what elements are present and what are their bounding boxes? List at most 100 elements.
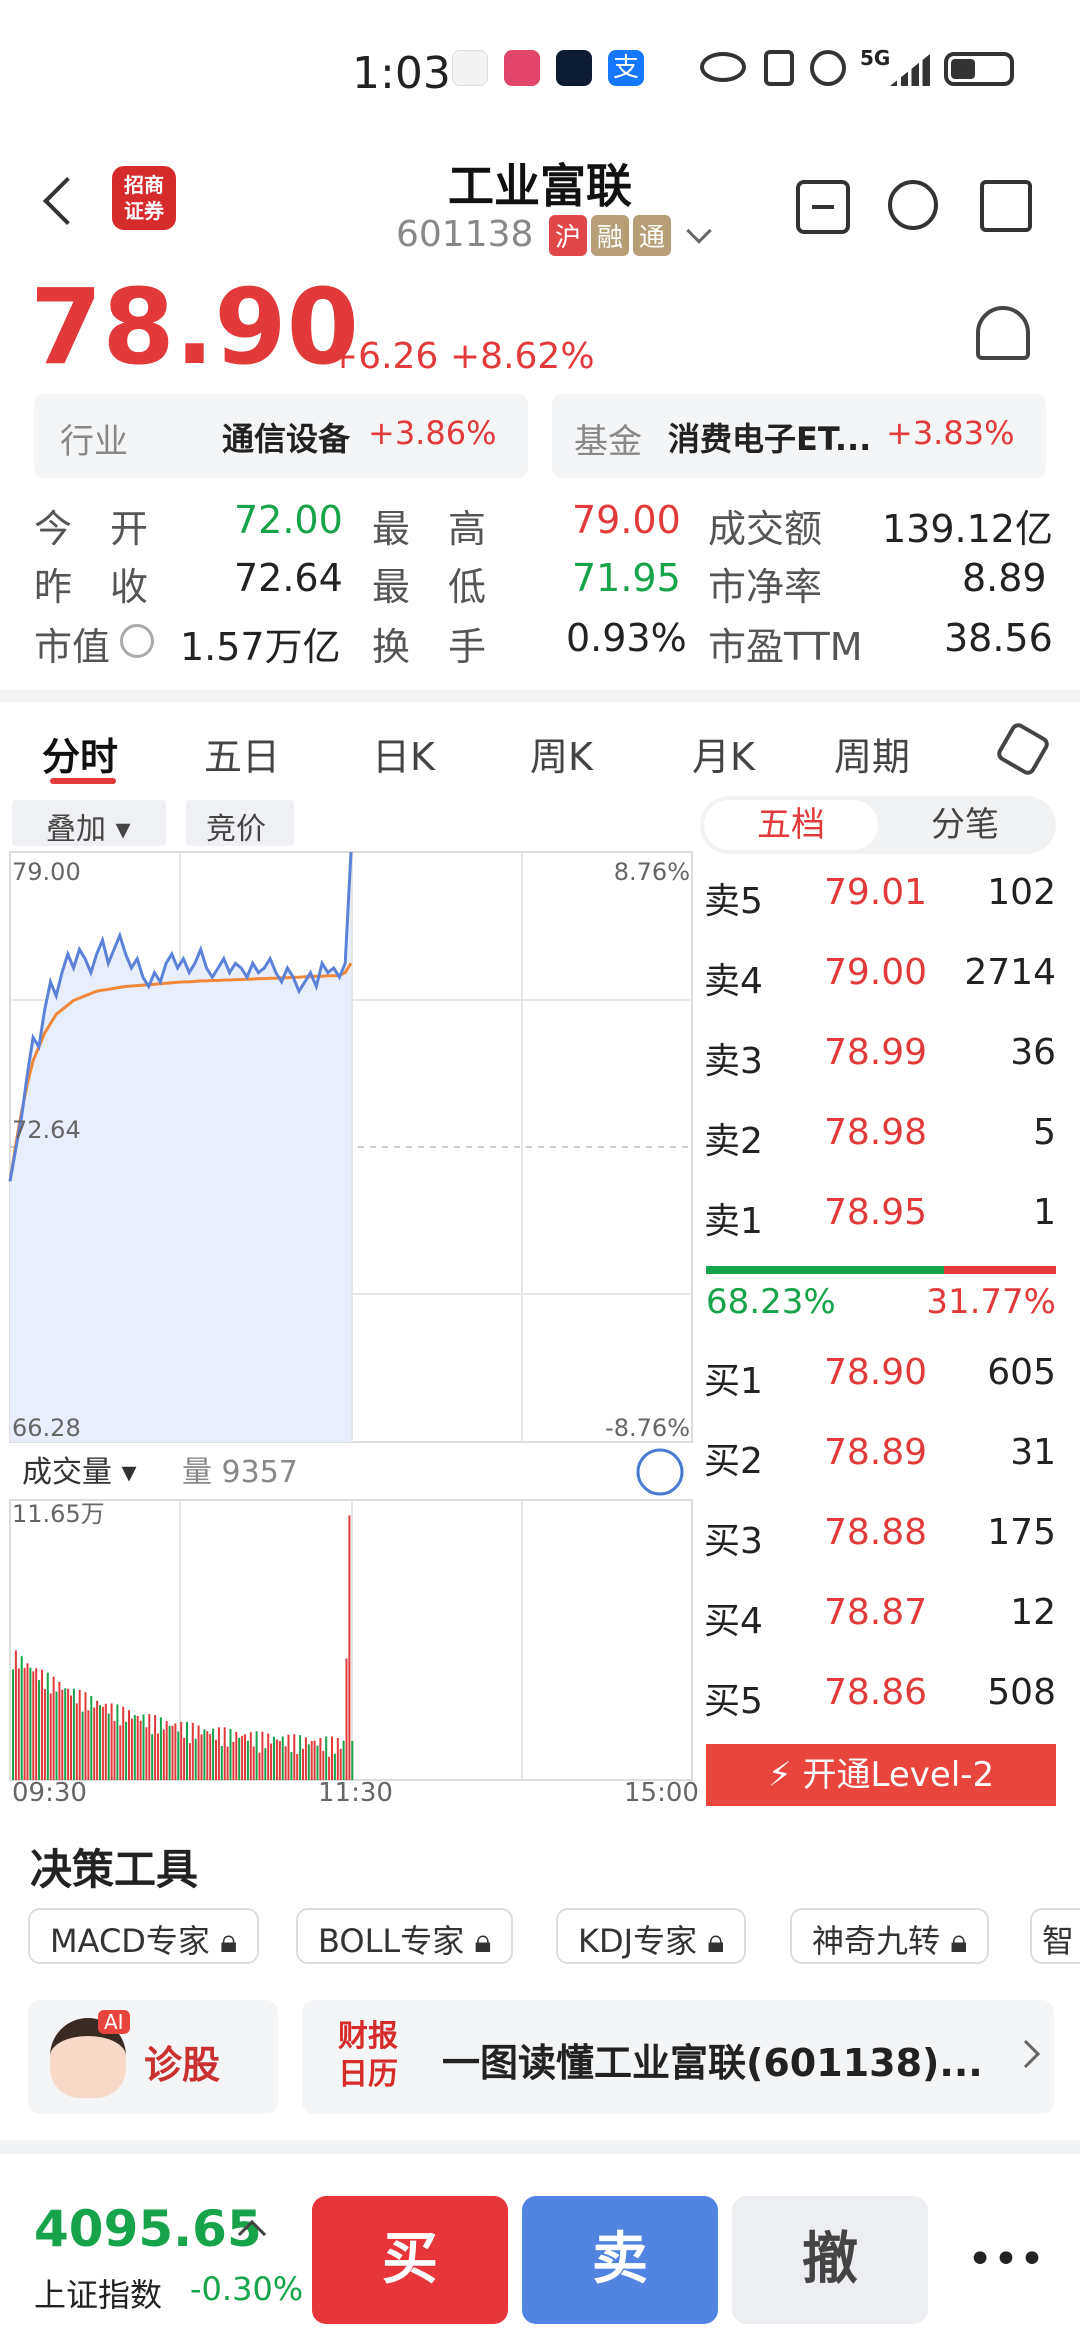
volume-bar xyxy=(104,1703,107,1780)
search-icon[interactable] xyxy=(888,180,938,230)
industry-label: 行业 xyxy=(60,422,128,462)
report-card[interactable]: 财报日历 一图读懂工业富联(601138)... xyxy=(302,2000,1054,2114)
buy-button[interactable]: 买 xyxy=(312,2196,508,2324)
tool-boll[interactable]: BOLL专家 🔒︎ xyxy=(296,1908,514,1964)
volume-bar xyxy=(125,1721,128,1780)
bid1-qty: 605 xyxy=(987,1352,1056,1393)
share-icon[interactable] xyxy=(980,180,1032,232)
volume-bar xyxy=(215,1739,217,1780)
network-type: 5G xyxy=(860,46,891,70)
tab-tick[interactable]: 分笔 xyxy=(878,800,1052,850)
volume-bar xyxy=(200,1734,203,1780)
mcap-label: 市值 xyxy=(34,625,111,669)
ask1-price: 78.95 xyxy=(824,1192,928,1233)
alipay-icon: 支 xyxy=(608,50,644,86)
index-pct: -0.30% xyxy=(190,2270,304,2308)
volume-bar xyxy=(133,1715,136,1780)
ask5-price: 79.01 xyxy=(824,872,928,913)
volume-dropdown[interactable]: 成交量 ▾ xyxy=(22,1455,137,1490)
volume-bar xyxy=(278,1741,281,1780)
tool-td9-label: 神奇九转 xyxy=(812,1922,941,1960)
volume-bar xyxy=(113,1720,116,1780)
volume-bar xyxy=(32,1671,35,1780)
auction-toggle[interactable]: 竞价 xyxy=(186,800,294,847)
tool-macd[interactable]: MACD专家 🔒︎ xyxy=(28,1908,260,1964)
ask2-label: 卖2 xyxy=(704,1121,763,1162)
volume-max-label: 11.65万 xyxy=(12,1500,105,1528)
tab-monthly[interactable]: 月K xyxy=(692,726,755,781)
tab-weekly[interactable]: 周K xyxy=(530,726,593,781)
industry-card[interactable]: 行业 通信设备 +3.86% xyxy=(34,394,528,478)
cancel-button[interactable]: 撤 xyxy=(732,2196,928,2324)
stock-code-line[interactable]: 601138 沪融通 xyxy=(396,214,713,256)
intraday-chart[interactable]: 79.00 72.64 66.28 8.76% -8.76% 成交量 ▾ 量 9… xyxy=(0,850,700,1800)
volume-bar xyxy=(252,1746,255,1780)
lock-icon: 🔒︎ xyxy=(707,1922,725,1960)
section-divider-2 xyxy=(0,2140,1080,2154)
volume-bar xyxy=(14,1650,17,1780)
tools-title: 决策工具 xyxy=(30,1845,199,1894)
turnover-label: 成交额 xyxy=(708,507,823,551)
turnrate-label: 换 手 xyxy=(372,625,487,669)
app-icon-dark xyxy=(556,50,592,86)
ask1-qty: 1 xyxy=(1033,1192,1056,1233)
price-alert-bell-icon[interactable] xyxy=(976,306,1030,360)
minimize-icon[interactable] xyxy=(796,180,850,234)
tool-td9[interactable]: 神奇九转 🔒︎ xyxy=(790,1908,990,1964)
volume-bar xyxy=(145,1727,148,1780)
fund-label: 基金 xyxy=(574,422,642,462)
chip-connect: 通 xyxy=(632,215,671,256)
x-start-label: 09:30 xyxy=(12,1778,87,1808)
tab-daily[interactable]: 日K xyxy=(372,726,435,781)
volume-bar xyxy=(267,1733,270,1780)
info-icon[interactable] xyxy=(120,624,154,658)
volume-bar xyxy=(116,1704,119,1780)
ask1-label: 卖1 xyxy=(704,1201,763,1242)
pe-label: 市盈TTM xyxy=(708,625,863,669)
chevron-right-icon xyxy=(1011,2039,1041,2069)
tab-5day[interactable]: 五日 xyxy=(204,726,280,781)
status-bar: 1:03 支 5G xyxy=(0,40,1080,120)
volume-bar xyxy=(255,1731,258,1780)
volume-bar xyxy=(81,1711,84,1780)
volume-bar xyxy=(38,1680,41,1780)
volume-bar xyxy=(70,1695,72,1780)
volume-bar xyxy=(264,1748,267,1780)
sell-button[interactable]: 卖 xyxy=(522,2196,718,2324)
tool-kdj[interactable]: KDJ专家 🔒︎ xyxy=(556,1908,747,1964)
chip-sh: 沪 xyxy=(548,215,587,256)
bid2-qty: 31 xyxy=(1010,1432,1056,1473)
volume-bar xyxy=(299,1735,302,1780)
volume-bar xyxy=(310,1741,313,1780)
settings-gear-icon[interactable] xyxy=(994,720,1052,778)
tab-five-levels[interactable]: 五档 xyxy=(704,800,878,850)
battery-icon xyxy=(944,52,1014,86)
low-value: 71.95 xyxy=(572,556,681,600)
volume-bar xyxy=(281,1736,284,1780)
tab-active-indicator xyxy=(50,778,116,784)
bid5-qty: 508 xyxy=(987,1672,1056,1713)
overlay-dropdown[interactable]: 叠加 ▾ xyxy=(12,800,166,847)
turnrate-value: 0.93% xyxy=(566,616,687,660)
volume-bar xyxy=(75,1703,78,1780)
volume-bar xyxy=(342,1740,345,1780)
more-button[interactable]: ••• xyxy=(946,2196,1066,2324)
expand-icon[interactable] xyxy=(636,1448,684,1496)
ask3-label: 卖3 xyxy=(704,1041,763,1082)
auction-label: 竞价 xyxy=(206,812,266,847)
volume-bar xyxy=(35,1668,38,1780)
report-text: 一图读懂工业富联(601138)... xyxy=(442,2041,983,2085)
tab-intraday[interactable]: 分时 xyxy=(42,726,118,781)
level2-button[interactable]: ⚡ 开通Level-2 xyxy=(706,1744,1056,1806)
tool-more[interactable]: 智 xyxy=(1030,1908,1080,1964)
volume-bar xyxy=(275,1739,278,1780)
ai-diagnosis-card[interactable]: AI 诊股 xyxy=(28,2000,278,2114)
volume-bar xyxy=(241,1735,244,1780)
x-mid-label: 11:30 xyxy=(318,1778,393,1808)
volume-label: 成交量 xyxy=(22,1455,112,1490)
volume-bar xyxy=(99,1705,101,1780)
tab-period[interactable]: 周期 xyxy=(834,726,910,781)
fund-card[interactable]: 基金 消费电子ET... +3.83% xyxy=(552,394,1046,478)
volume-bar xyxy=(203,1729,206,1780)
chevron-down-icon xyxy=(686,218,713,244)
